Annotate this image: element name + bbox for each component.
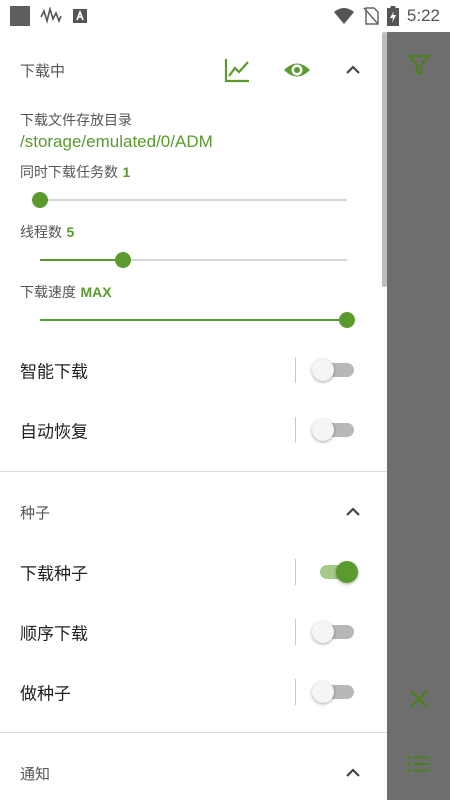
sequential-download-label: 顺序下载	[20, 624, 88, 645]
eye-icon[interactable]	[283, 56, 311, 84]
save-dir-label: 下载文件存放目录	[20, 113, 132, 129]
auto-resume-row[interactable]: 自动恢复	[0, 400, 387, 460]
status-time: 5:22	[406, 6, 440, 25]
concurrent-tasks-text: 同时下载任务数	[20, 165, 118, 181]
speed-value: MAX	[80, 284, 112, 300]
auto-resume-switch[interactable]	[312, 419, 354, 441]
right-rail	[387, 32, 450, 800]
slider-track	[40, 199, 347, 201]
battery-icon	[386, 6, 399, 26]
speed-slider[interactable]	[40, 312, 355, 328]
sequential-download-row[interactable]: 顺序下载	[0, 602, 387, 662]
download-torrent-label: 下载种子	[20, 564, 88, 585]
smart-download-label: 智能下载	[20, 362, 88, 383]
speed-label: 下载速度 MAX	[20, 282, 112, 302]
row-divider	[295, 357, 296, 383]
save-dir-value[interactable]: /storage/emulated/0/ADM	[20, 132, 213, 152]
section-divider	[0, 471, 387, 472]
torrent-section-title: 种子	[20, 503, 51, 522]
section-divider	[0, 732, 387, 733]
download-torrent-row[interactable]: 下载种子	[0, 542, 387, 602]
seeding-switch[interactable]	[312, 681, 354, 703]
list-icon[interactable]	[406, 751, 432, 777]
row-divider	[295, 619, 296, 645]
status-bar: 5:22	[0, 0, 450, 32]
slider-fill	[40, 259, 123, 261]
close-icon[interactable]	[406, 686, 432, 712]
slider-thumb[interactable]	[339, 312, 355, 328]
threads-value: 5	[66, 224, 75, 240]
concurrent-tasks-label: 同时下载任务数 1	[20, 162, 130, 182]
row-divider	[295, 559, 296, 585]
sequential-download-switch[interactable]	[312, 621, 354, 643]
app-notification-icon	[10, 6, 30, 26]
concurrent-tasks-value: 1	[122, 164, 131, 180]
screen: 5:22 下载中 下载文件存放目录 /storage/emulated/0/AD…	[0, 0, 450, 800]
auto-resume-label: 自动恢复	[20, 422, 88, 443]
chevron-up-icon[interactable]	[339, 498, 367, 526]
adm-notification-icon	[73, 9, 87, 23]
chevron-up-icon[interactable]	[339, 56, 367, 84]
concurrent-tasks-slider[interactable]	[32, 192, 347, 208]
smart-download-row[interactable]: 智能下载	[0, 340, 387, 400]
chart-icon[interactable]	[223, 56, 251, 84]
wifi-icon	[333, 8, 354, 24]
speed-text: 下载速度	[20, 285, 76, 301]
no-sim-icon	[363, 7, 379, 25]
row-divider	[295, 417, 296, 443]
slider-fill	[40, 319, 347, 321]
torrent-section-header[interactable]: 种子	[0, 482, 387, 542]
row-divider	[295, 679, 296, 705]
download-section-header[interactable]: 下载中	[0, 40, 387, 100]
settings-panel[interactable]: 下载中 下载文件存放目录 /storage/emulated/0/ADM 同时下…	[0, 32, 387, 800]
slider-thumb[interactable]	[32, 192, 48, 208]
smart-download-switch[interactable]	[312, 359, 354, 381]
slider-thumb[interactable]	[114, 252, 131, 268]
notify-section-title: 通知	[20, 764, 51, 783]
download-section-title: 下载中	[20, 61, 66, 80]
chevron-up-icon[interactable]	[339, 759, 367, 787]
seeding-label: 做种子	[20, 684, 71, 705]
threads-text: 线程数	[20, 225, 62, 241]
threads-slider[interactable]	[40, 252, 347, 268]
download-torrent-switch[interactable]	[312, 561, 358, 583]
notify-section-header[interactable]: 通知	[0, 743, 387, 800]
threads-label: 线程数 5	[20, 222, 74, 242]
activity-icon	[40, 7, 62, 25]
filter-icon[interactable]	[406, 52, 432, 78]
scrollbar-thumb[interactable]	[382, 32, 387, 287]
seeding-row[interactable]: 做种子	[0, 662, 387, 722]
